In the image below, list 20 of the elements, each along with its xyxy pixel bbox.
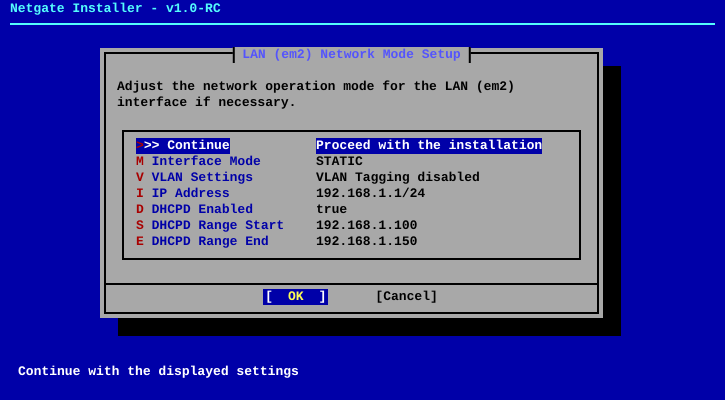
dialog-message: Adjust the network operation mode for the LAN (em2) interface if necessary.: [117, 79, 516, 111]
ok-button[interactable]: [ OK ]: [263, 289, 328, 305]
installer-title: Netgate Installer - v1.0-RC: [9, 0, 222, 17]
menu-item-value: true: [316, 202, 348, 218]
menu-item[interactable]: >>> Continue: [136, 138, 230, 154]
menu-item-value: 192.168.1.1/24: [316, 186, 426, 202]
menu-item-value: 192.168.1.100: [316, 218, 418, 234]
dialog-title: LAN (em2) Network Mode Setup: [232, 47, 471, 63]
menu-item-value: STATIC: [316, 154, 363, 170]
menu-item[interactable]: D DHCPD Enabled: [136, 202, 254, 218]
menu-item-value: 192.168.1.150: [316, 234, 418, 250]
menu-item[interactable]: S DHCPD Range Start: [136, 218, 284, 234]
cancel-button[interactable]: [Cancel]: [373, 289, 440, 305]
menu-item[interactable]: M Interface Mode: [136, 154, 261, 170]
menu-item-value: VLAN Tagging disabled: [316, 170, 480, 186]
menu-item[interactable]: E DHCPD Range End: [136, 234, 269, 250]
status-text: Continue with the displayed settings: [18, 364, 300, 380]
menu-item-value: Proceed with the installation: [316, 138, 542, 154]
menu-item[interactable]: V VLAN Settings: [136, 170, 254, 186]
menu-item[interactable]: I IP Address: [136, 186, 230, 202]
